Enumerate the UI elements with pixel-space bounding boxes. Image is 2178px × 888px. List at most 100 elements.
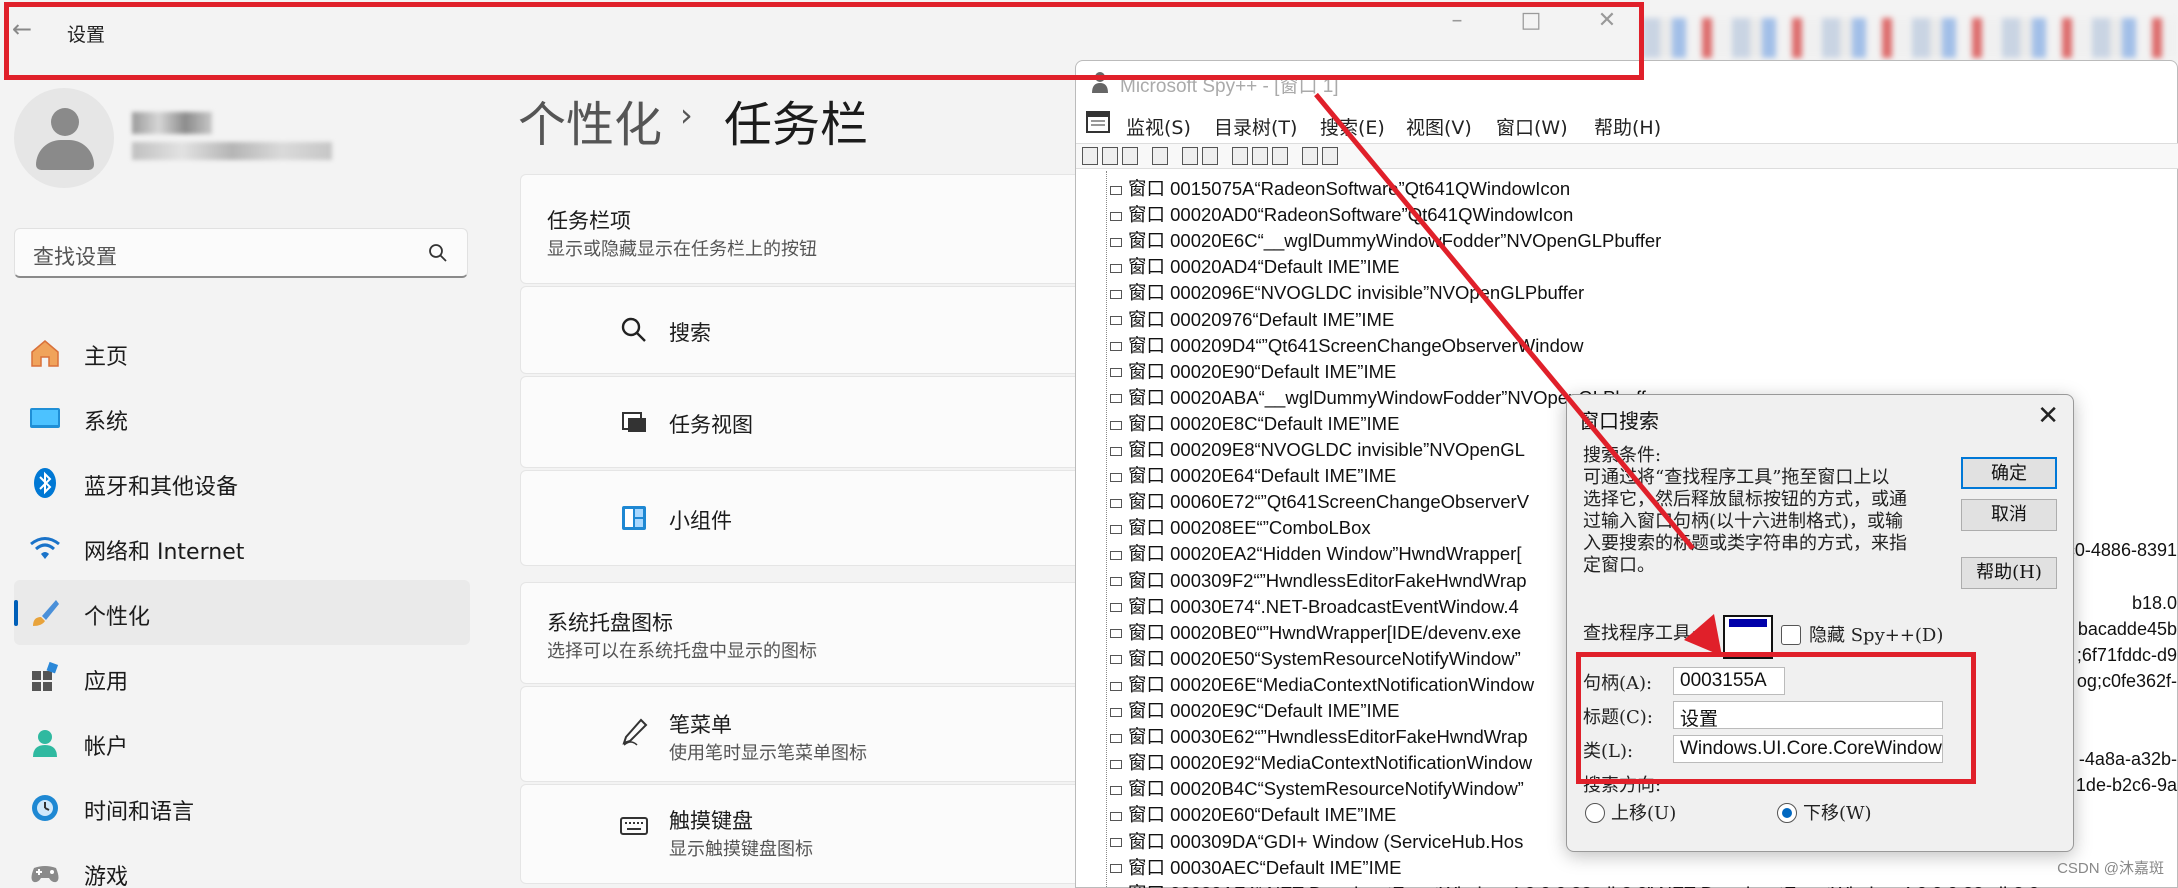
tree-row-overflow-text: c0-4886-8391	[2065, 540, 2177, 561]
ok-button[interactable]: 确定	[1961, 457, 2057, 489]
menu-window[interactable]: 窗口(W)	[1496, 113, 1568, 140]
hide-spy-checkbox[interactable]	[1781, 625, 1801, 645]
tree-row-label: 窗口 00020AD0“RadeonSoftware”Qt641QWindowI…	[1128, 204, 1574, 226]
messages-tool-icon[interactable]	[1152, 147, 1168, 165]
find-tool-icon[interactable]	[1202, 147, 1218, 165]
window-node-icon	[1110, 759, 1122, 769]
tree-row[interactable]: 窗口 00020976“Default IME”IME	[1110, 306, 1394, 332]
nav-item-system[interactable]: 系统	[14, 385, 470, 450]
tree-row[interactable]: 窗口 00020E9C“Default IME”IME	[1110, 697, 1399, 723]
tree-row[interactable]: 窗口 00030E74“.NET-BroadcastEventWindow.4	[1110, 593, 1519, 619]
nav-item-home[interactable]: 主页	[14, 320, 470, 385]
window-node-icon	[1110, 211, 1122, 221]
cancel-button[interactable]: 取消	[1961, 499, 2057, 531]
document-window-icon[interactable]	[1086, 111, 1110, 133]
nav-item-gaming[interactable]: 游戏	[14, 840, 470, 888]
tree-row[interactable]: 窗口 00030AEC“Default IME”IME	[1110, 854, 1401, 880]
tree-row[interactable]: 窗口 00030AF4“.NET-BroadcastEventWindow.4.…	[1110, 880, 2039, 888]
tree-row-label: 窗口 000209E8“NVOGLDC invisible”NVOpenGL	[1128, 439, 1525, 460]
close-icon[interactable]: ✕	[2037, 401, 2059, 431]
keyboard-icon	[620, 817, 648, 835]
search-placeholder: 查找设置	[33, 245, 117, 269]
annotation-box-fields	[1576, 652, 1976, 784]
tree-row-overflow-text: ;6f71fddc-d9	[2076, 644, 2177, 665]
tree-row[interactable]: 窗口 00020BE0“”HwndWrapper[IDE/devenv.exe	[1110, 619, 1521, 645]
find-window-tool-icon[interactable]	[1182, 147, 1198, 165]
window-node-icon	[1110, 603, 1122, 613]
tree-row[interactable]: 窗口 00060E72“”Qt641ScreenChangeObserverV	[1110, 488, 1529, 514]
menu-tree[interactable]: 目录树(T)	[1214, 113, 1297, 140]
nav-item-time-language[interactable]: 时间和语言	[14, 775, 470, 840]
gamepad-icon	[31, 866, 59, 883]
tree-row[interactable]: 窗口 00020E8C“Default IME”IME	[1110, 410, 1399, 436]
window-node-icon	[1110, 446, 1122, 456]
user-name-blurred	[132, 112, 212, 134]
system-tray-header[interactable]: 系统托盘图标 选择可以在系统托盘中显示的图标	[520, 582, 1120, 684]
refresh-tool-icon[interactable]	[1322, 147, 1338, 165]
tree-row[interactable]: 窗口 00020E50“SystemResourceNotifyWindow”	[1110, 645, 1521, 671]
tree-row[interactable]: 窗口 0015075A“RadeonSoftware”Qt641QWindowI…	[1110, 175, 1570, 201]
search-settings-input[interactable]: 查找设置	[14, 228, 468, 278]
bluetooth-icon	[34, 468, 56, 498]
tree-row[interactable]: 窗口 00020E6E“MediaContextNotificationWind…	[1110, 671, 1534, 697]
menu-spy[interactable]: 监视(S)	[1126, 113, 1191, 140]
hide-spy-label: 隐藏 Spy++(D)	[1809, 625, 1944, 646]
tree-row[interactable]: 窗口 00020AD4“Default IME”IME	[1110, 253, 1399, 279]
direction-up-radio[interactable]	[1585, 803, 1605, 823]
menu-view[interactable]: 视图(V)	[1406, 113, 1472, 140]
processes-tool-icon[interactable]	[1102, 147, 1118, 165]
tree-row-overflow-text: -4a8a-a32b-	[2078, 749, 2177, 770]
search-tool-icon[interactable]	[1232, 147, 1248, 165]
breadcrumb-parent[interactable]: 个性化	[518, 85, 662, 155]
window-node-icon	[1110, 342, 1122, 352]
tree-row[interactable]: 窗口 000209E8“NVOGLDC invisible”NVOpenGL	[1110, 436, 1525, 462]
settings-nav: 主页 系统 蓝牙和其他设备 网络和 Internet 个性化 应用 帐户 时间和…	[14, 320, 470, 888]
tree-row[interactable]: 窗口 00020EA2“Hidden Window”HwndWrapper[	[1110, 540, 1521, 566]
find-prev-tool-icon[interactable]	[1272, 147, 1288, 165]
tree-row-label: 窗口 00020E92“MediaContextNotificationWind…	[1128, 752, 1533, 774]
spy-menubar: 监视(S) 目录树(T) 搜索(E) 视图(V) 窗口(W) 帮助(H)	[1076, 105, 2178, 141]
nav-item-accounts[interactable]: 帐户	[14, 710, 470, 775]
nav-item-bluetooth[interactable]: 蓝牙和其他设备	[14, 450, 470, 515]
taskbar-items-header[interactable]: 任务栏项 显示或隐藏显示在任务栏上的按钮	[520, 174, 1120, 284]
nav-item-network[interactable]: 网络和 Internet	[14, 515, 470, 580]
tray-row-pen-menu[interactable]: 笔菜单 使用笔时显示笔菜单图标	[520, 686, 1120, 782]
window-node-icon	[1110, 420, 1122, 430]
nav-item-personalization[interactable]: 个性化	[14, 580, 470, 645]
properties-tool-icon[interactable]	[1302, 147, 1318, 165]
taskbar-row-widgets[interactable]: 小组件	[520, 470, 1120, 566]
tree-row[interactable]: 窗口 00020E90“Default IME”IME	[1110, 358, 1396, 384]
tree-row-label: 窗口 00020AD4“Default IME”IME	[1128, 256, 1400, 278]
tree-row[interactable]: 窗口 000208EE“”ComboLBox	[1110, 514, 1371, 540]
avatar	[14, 88, 114, 188]
threads-tool-icon[interactable]	[1122, 147, 1138, 165]
tree-row[interactable]: 窗口 00020E92“MediaContextNotificationWind…	[1110, 749, 1532, 775]
window-node-icon	[1110, 237, 1122, 247]
tree-row[interactable]: 窗口 00030E62“”HwndlessEditorFakeHwndWrap	[1110, 723, 1528, 749]
tree-row[interactable]: 窗口 0002096E“NVOGLDC invisible”NVOpenGLPb…	[1110, 279, 1584, 305]
taskbar-row-search[interactable]: 搜索	[520, 286, 1120, 374]
nav-item-apps[interactable]: 应用	[14, 645, 470, 710]
tree-row[interactable]: 窗口 00020E64“Default IME”IME	[1110, 462, 1396, 488]
tree-row-label: 窗口 00020B4C“SystemResourceNotifyWindow”	[1128, 778, 1524, 800]
tree-row[interactable]: 窗口 00020E6C“__wglDummyWindowFodder”NVOpe…	[1110, 227, 1661, 253]
help-button[interactable]: 帮助(H)	[1961, 557, 2057, 589]
window-node-icon	[1110, 368, 1122, 378]
user-profile[interactable]	[14, 88, 474, 188]
tree-row-label: 窗口 00020EA2“Hidden Window”HwndWrapper[	[1128, 543, 1522, 565]
tree-row[interactable]: 窗口 000309DA“GDI+ Window (ServiceHub.Hos	[1110, 828, 1523, 854]
tree-row[interactable]: 窗口 00020AD0“RadeonSoftware”Qt641QWindowI…	[1110, 201, 1573, 227]
tray-row-touch-keyboard[interactable]: 触摸键盘 显示触摸键盘图标	[520, 784, 1120, 884]
direction-down-radio[interactable]	[1777, 803, 1797, 823]
window-node-icon	[1110, 577, 1122, 587]
menu-help[interactable]: 帮助(H)	[1594, 113, 1661, 140]
tree-row[interactable]: 窗口 00020B4C“SystemResourceNotifyWindow”	[1110, 775, 1524, 801]
widgets-icon	[622, 506, 646, 530]
windows-tool-icon[interactable]	[1082, 147, 1098, 165]
window-node-icon	[1110, 629, 1122, 639]
tree-row[interactable]: 窗口 000309F2“”HwndlessEditorFakeHwndWrap	[1110, 567, 1527, 593]
active-indicator	[14, 600, 18, 626]
find-next-tool-icon[interactable]	[1252, 147, 1268, 165]
taskbar-row-task-view[interactable]: 任务视图	[520, 376, 1120, 468]
tree-row[interactable]: 窗口 00020E60“Default IME”IME	[1110, 801, 1396, 827]
